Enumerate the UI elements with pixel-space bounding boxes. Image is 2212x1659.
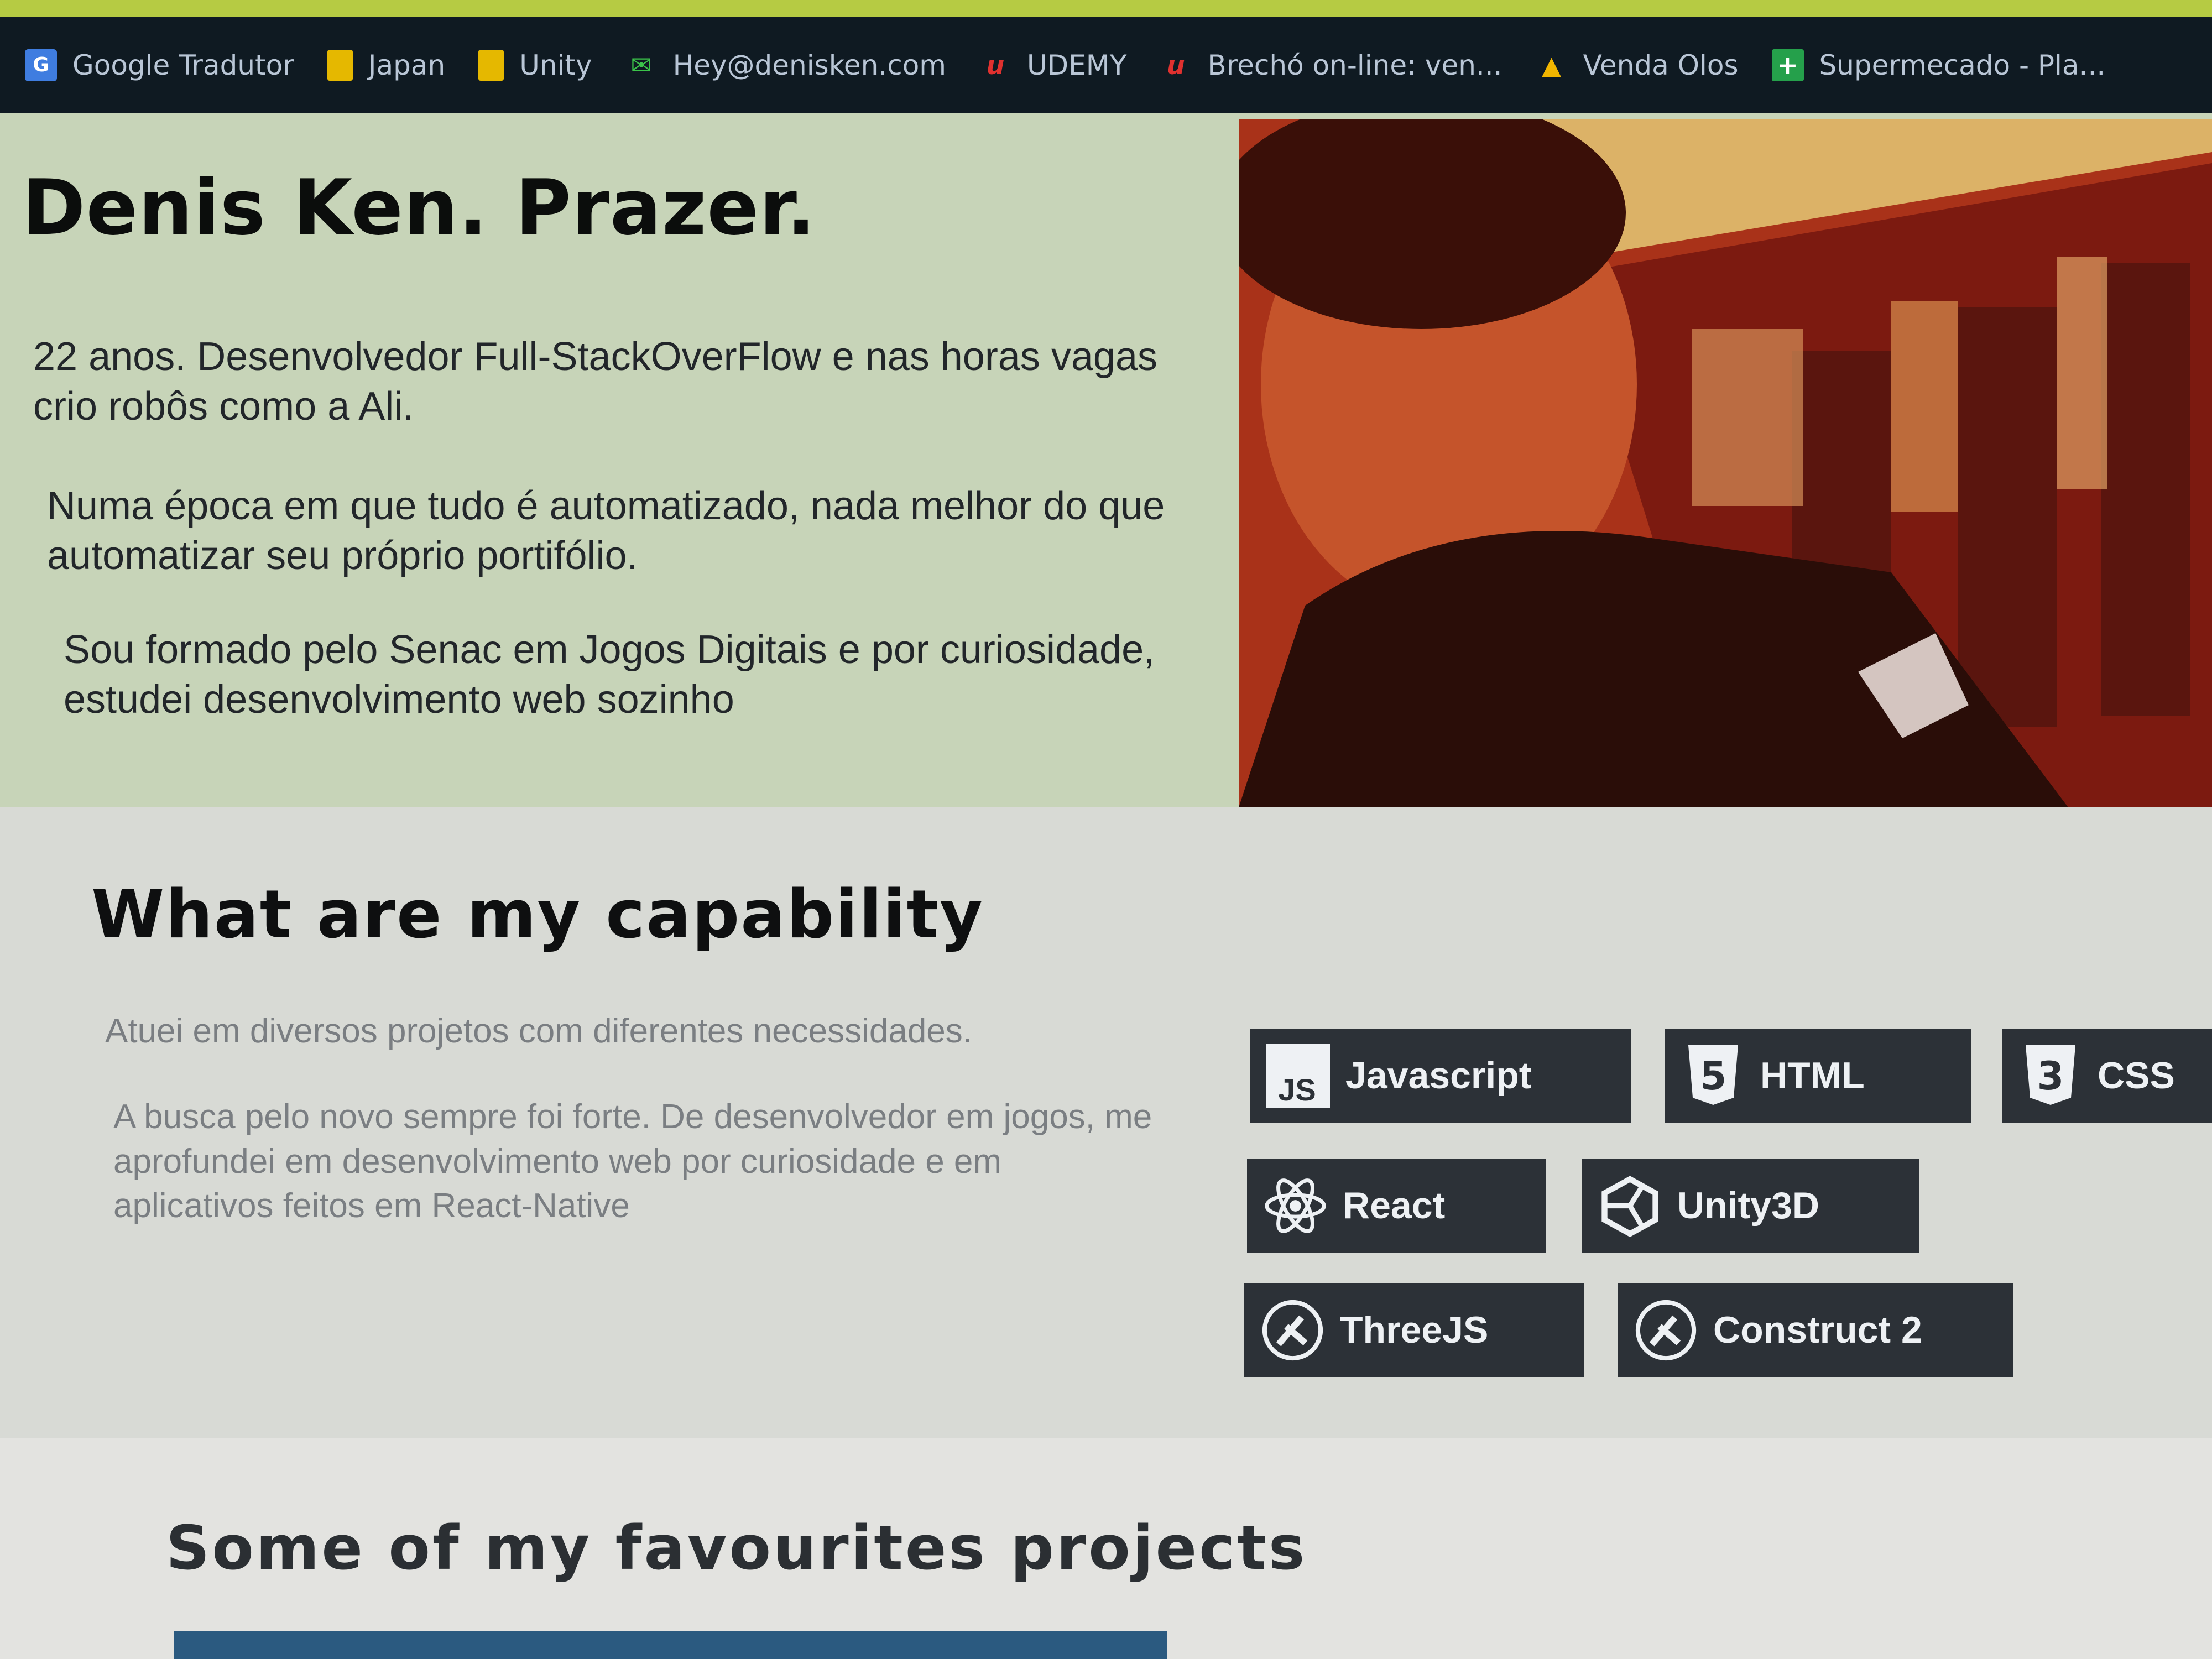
react-icon [1264, 1174, 1327, 1238]
unity-icon [1598, 1174, 1662, 1238]
hero-paragraph-automation: Numa época em que tudo é automatizado, n… [47, 484, 1165, 578]
projects-title: Some of my favourites projects [166, 1512, 1307, 1583]
css3-icon: 3 [2018, 1044, 2082, 1108]
google-translate-icon: G [25, 49, 57, 81]
bookmark-label: Google Tradutor [72, 49, 294, 81]
profile-photo [1239, 119, 2212, 807]
skill-tag-react[interactable]: React [1247, 1159, 1546, 1253]
profile-photo-art [1239, 119, 2212, 807]
folder-icon [327, 49, 353, 81]
bookmark-label: Brechó on-line: ven... [1207, 49, 1503, 81]
skill-tag-javascript[interactable]: JS Javascript [1250, 1029, 1631, 1123]
bookmark-label: Supermecado - Pla... [1819, 49, 2106, 81]
sheets-icon: + [1771, 49, 1804, 81]
mail-icon: ✉ [630, 50, 652, 80]
html5-icon: 5 [1681, 1044, 1745, 1108]
svg-text:5: 5 [1699, 1053, 1726, 1099]
svg-text:3: 3 [2037, 1053, 2064, 1099]
skill-tag-label: Construct 2 [1713, 1309, 1922, 1351]
threejs-icon [1261, 1298, 1324, 1362]
bookmark-google-tradutor[interactable]: G Google Tradutor [25, 49, 294, 81]
bookmark-udemy[interactable]: u UDEMY [979, 49, 1127, 81]
bookmark-label: Hey@denisken.com [672, 49, 946, 81]
bookmark-label: Unity [519, 49, 592, 81]
skills-section: What are my capability Atuei em diversos… [0, 807, 2212, 1438]
skill-tag-construct2[interactable]: Construct 2 [1618, 1283, 2013, 1377]
hero-paragraph-age: 22 anos. Desenvolvedor Full-StackOverFlo… [33, 335, 1157, 429]
udemy-icon: u [986, 50, 1005, 80]
bookmark-label: Japan [368, 49, 446, 81]
skill-tag-label: Javascript [1345, 1055, 1532, 1097]
bookmark-label: UDEMY [1027, 49, 1127, 81]
skills-paragraph-projects: Atuei em diversos projetos com diferente… [105, 1012, 973, 1050]
hero-text: Denis Ken. Prazer. 22 anos. Desenvolvedo… [22, 163, 1211, 722]
bookmark-unity[interactable]: Unity [478, 49, 592, 81]
projects-section: Some of my favourites projects [0, 1438, 2212, 1659]
skill-tag-unity3d[interactable]: Unity3D [1582, 1159, 1919, 1253]
bookmark-japan[interactable]: Japan [327, 49, 445, 81]
bookmarks-bar: G Google Tradutor Japan Unity ✉ Hey@deni… [0, 0, 2212, 113]
construct-icon [1634, 1298, 1698, 1362]
skills-title: What are my capability [91, 877, 984, 953]
bookmark-venda-olos[interactable]: ▲ Venda Olos [1536, 49, 1739, 81]
js-icon: JS [1266, 1044, 1330, 1108]
skill-tag-threejs[interactable]: ThreeJS [1244, 1283, 1584, 1377]
folder-icon [478, 49, 504, 81]
skills-paragraph-journey: A busca pelo novo sempre foi forte. De d… [113, 1098, 1152, 1225]
hero-paragraph-education: Sou formado pelo Senac em Jogos Digitais… [64, 628, 1155, 722]
drive-icon: ▲ [1541, 50, 1562, 80]
skill-tag-html[interactable]: 5 HTML [1665, 1029, 1971, 1123]
bookmark-supermecado[interactable]: + Supermecado - Pla... [1771, 49, 2106, 81]
hero-title: Denis Ken. Prazer. [22, 163, 816, 252]
bookmark-mail[interactable]: ✉ Hey@denisken.com [625, 49, 946, 81]
udemy-icon: u [1167, 50, 1185, 80]
skill-tag-label: ThreeJS [1340, 1309, 1489, 1351]
bookmark-label: Venda Olos [1583, 49, 1739, 81]
bookmark-brecho[interactable]: u Brechó on-line: ven... [1160, 49, 1503, 81]
skill-tag-label: HTML [1760, 1055, 1865, 1097]
skill-tag-label: CSS [2098, 1055, 2175, 1097]
skill-tag-label: Unity3D [1677, 1185, 1819, 1227]
skill-tag-css[interactable]: 3 CSS [2002, 1029, 2212, 1123]
project-card-top[interactable] [174, 1631, 1167, 1659]
skill-tag-label: React [1343, 1185, 1446, 1227]
